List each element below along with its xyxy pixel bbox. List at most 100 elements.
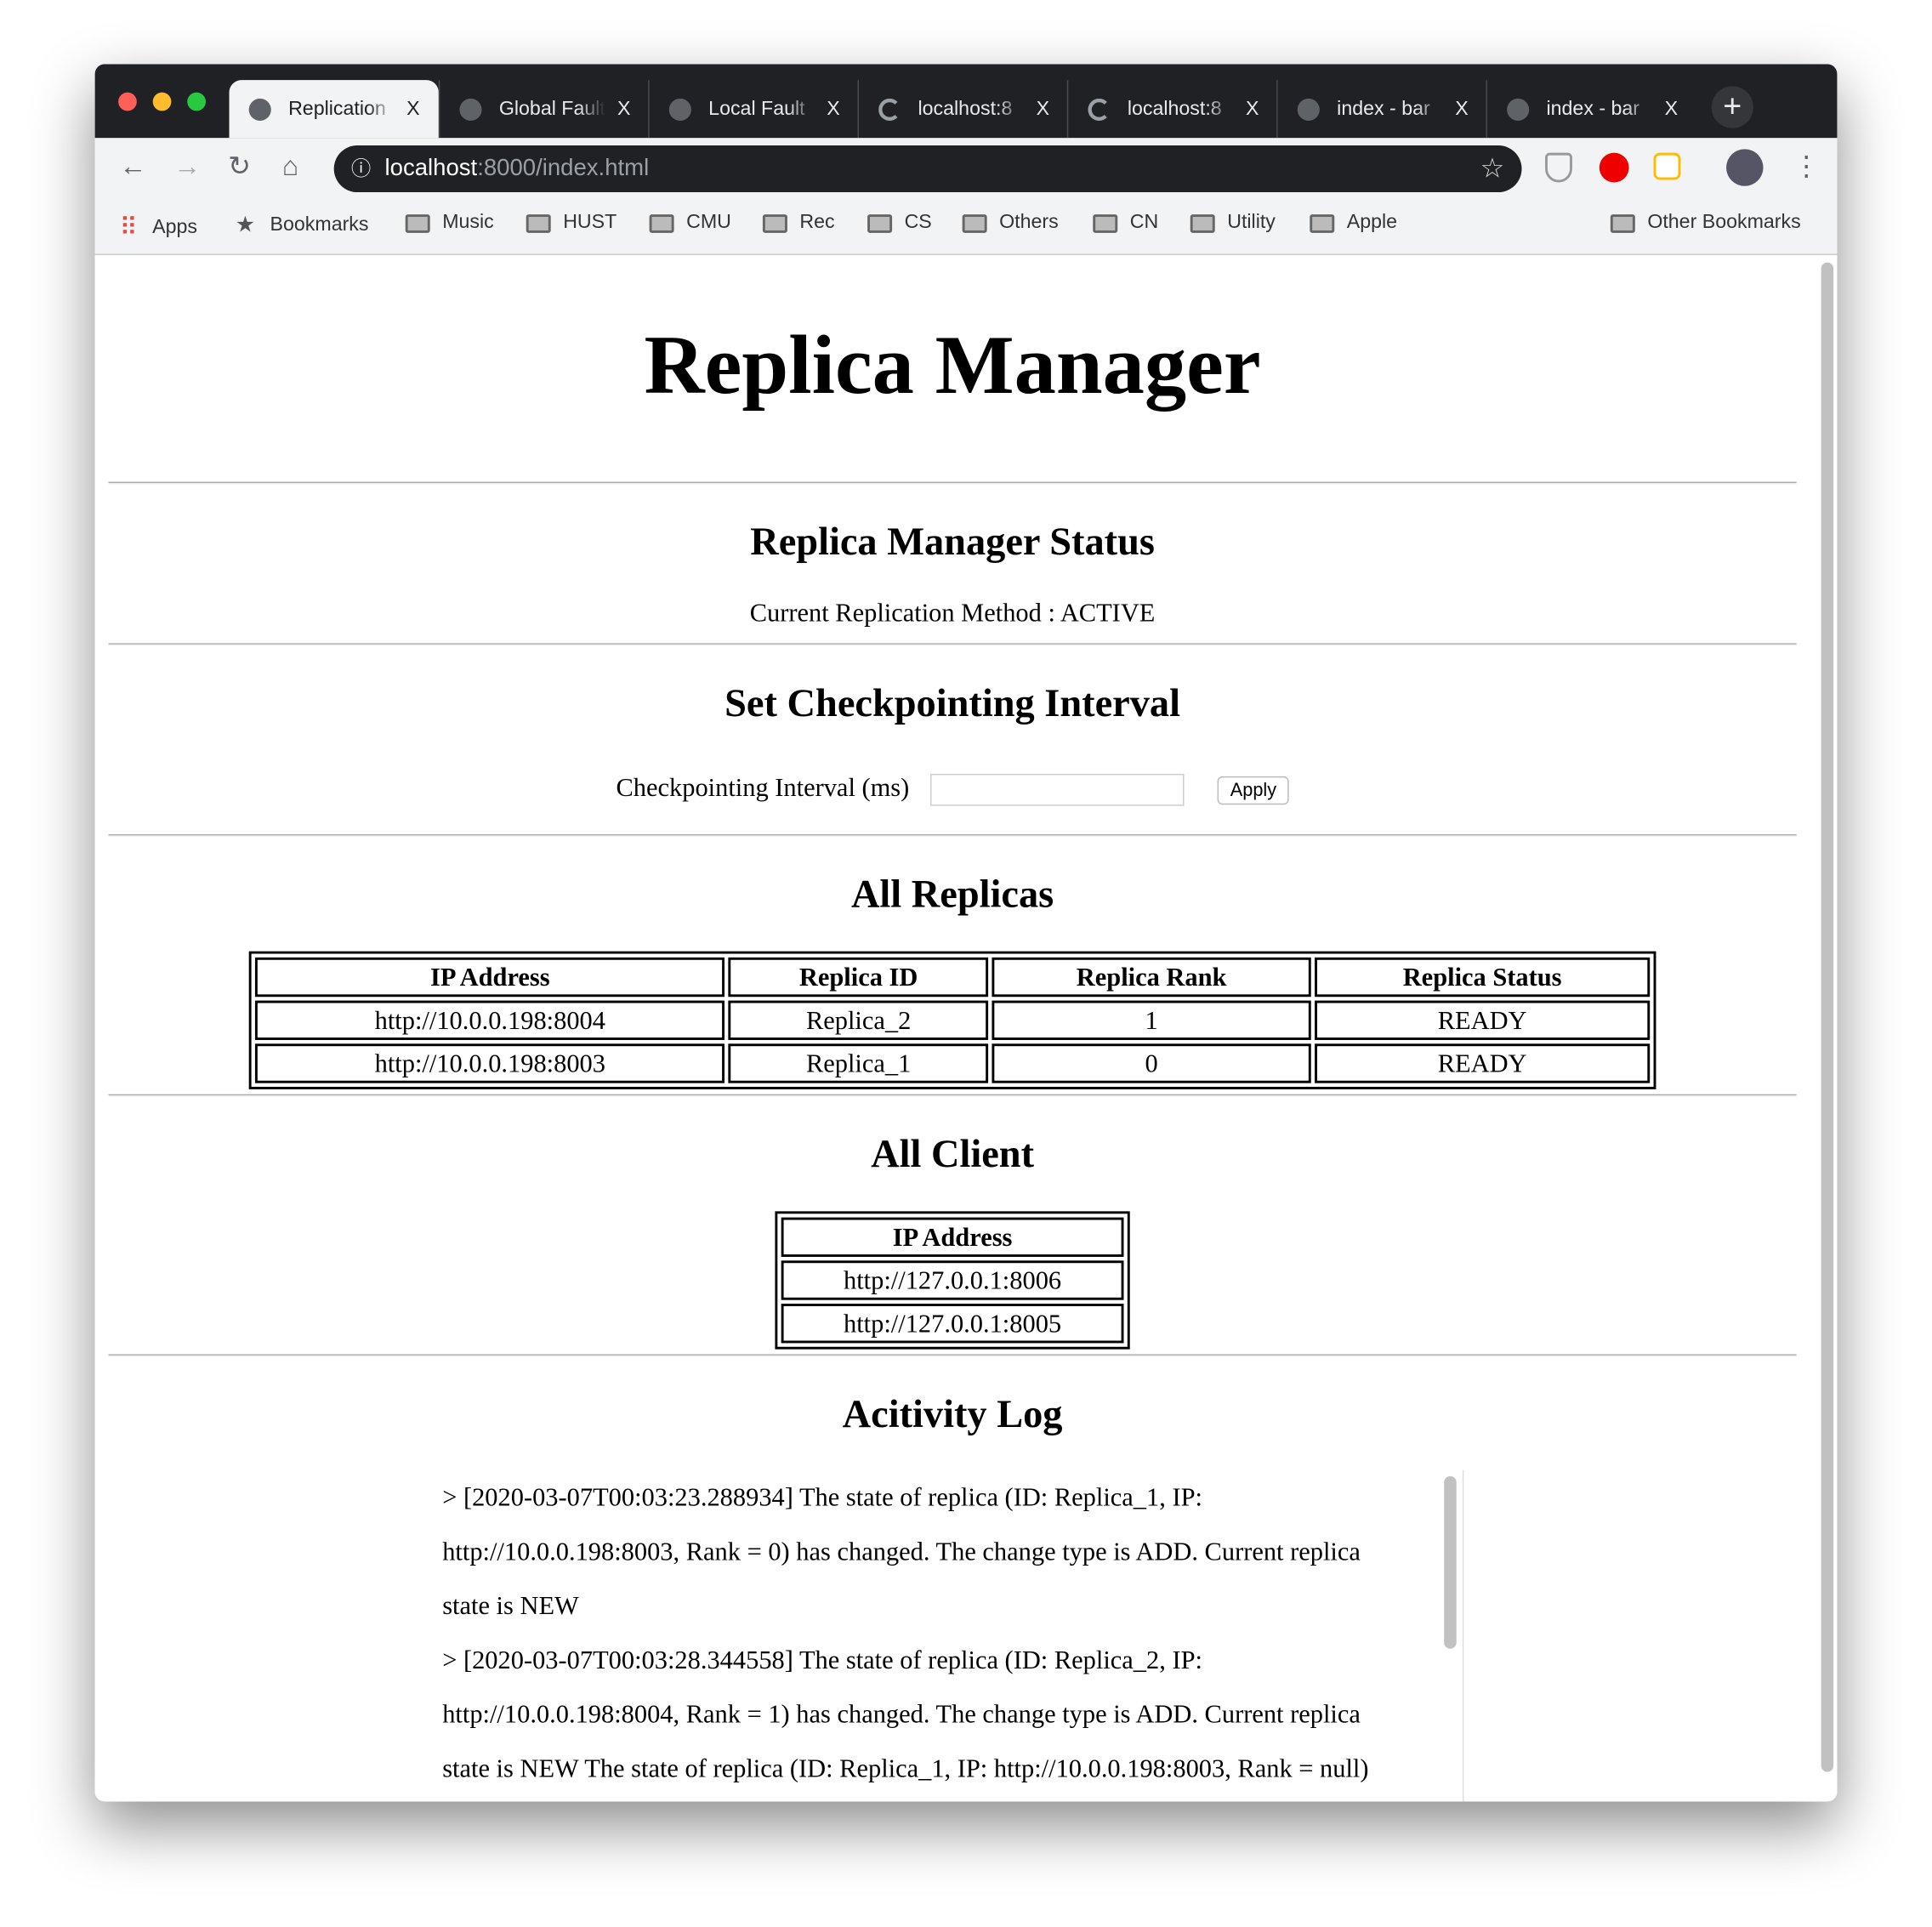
bookmark-rec[interactable]: Rec xyxy=(762,212,835,234)
tab-3[interactable]: localhost:8 X xyxy=(857,80,1067,139)
star-icon[interactable]: ☆ xyxy=(1480,145,1505,192)
url-host: localhost xyxy=(384,155,478,182)
clients-table: IP Address http://127.0.0.1:8006 http://12… xyxy=(775,1211,1130,1350)
table-cell: http://127.0.0.1:8005 xyxy=(781,1304,1124,1344)
folder-icon xyxy=(1610,213,1635,233)
status-heading: Replica Manager Status xyxy=(750,519,1155,564)
clients-heading: All Client xyxy=(871,1131,1035,1176)
table-cell: Replica_1 xyxy=(729,1043,989,1083)
bookmark-cn[interactable]: CN xyxy=(1093,212,1158,234)
minimize-window-button[interactable] xyxy=(152,92,172,111)
bookmark-apps[interactable]: ⠿ Apps xyxy=(120,212,197,242)
folder-icon xyxy=(1310,213,1335,233)
maximize-window-button[interactable] xyxy=(187,92,206,111)
activity-log[interactable]: > [2020-03-07T00:03:23.288934] The state… xyxy=(442,1469,1464,1802)
close-tab-icon[interactable]: X xyxy=(1246,98,1259,120)
tab-title: localhost:8 xyxy=(1127,98,1222,119)
back-icon[interactable]: ← xyxy=(120,151,147,183)
bookmark-label: CN xyxy=(1129,212,1159,233)
globe-icon xyxy=(248,98,271,121)
bookmark-bookmarks[interactable]: ★ Bookmarks xyxy=(236,212,369,237)
url-path: :8000/index.html xyxy=(477,155,650,182)
divider xyxy=(108,481,1797,485)
close-tab-icon[interactable]: X xyxy=(1455,98,1468,120)
globe-icon xyxy=(1507,98,1530,121)
bookmark-label: Bookmarks xyxy=(270,213,369,236)
new-tab-button[interactable]: + xyxy=(1711,86,1753,128)
bookmark-cs[interactable]: CS xyxy=(867,212,932,234)
table-cell: 0 xyxy=(992,1043,1311,1083)
apply-button[interactable]: Apply xyxy=(1218,776,1289,804)
tab-4[interactable]: localhost:8 X xyxy=(1066,80,1276,139)
close-tab-icon[interactable]: X xyxy=(1665,98,1678,120)
close-window-button[interactable] xyxy=(118,92,137,111)
close-tab-icon[interactable]: X xyxy=(1037,98,1049,120)
folder-icon xyxy=(1190,213,1215,233)
folder-icon xyxy=(962,213,987,233)
bookmark-label: Music xyxy=(442,212,494,233)
tab-title: index - bar xyxy=(1337,98,1430,119)
globe-icon xyxy=(668,98,691,121)
bookmark-label: Apps xyxy=(152,216,198,237)
bookmark-label: HUST xyxy=(563,212,617,233)
log-scrollbar[interactable] xyxy=(1444,1475,1457,1649)
tab-bar: Replication X Global Fault X Local Fault Xloc… xyxy=(94,64,1838,139)
column-header: IP Address xyxy=(254,957,725,998)
page-content: Replica Manager Replica Manager Status C… xyxy=(94,254,1838,1802)
close-tab-icon[interactable]: X xyxy=(827,98,839,120)
bookmarks-bar: Other Bookmarks ⠿ Apps ★ Bookmarks Music HUST… xyxy=(94,196,1838,255)
divider xyxy=(108,833,1797,837)
column-header: Replica Status xyxy=(1315,957,1651,998)
table-row: http://10.0.0.198:8004 Replica_2 1 READY xyxy=(254,1000,1651,1040)
table-row: http://127.0.0.1:8005 xyxy=(781,1304,1124,1344)
toolbar: ← → ↻ ⌂ ⓘ localhost:8000/index.html ☆ ⋮ xyxy=(94,138,1838,197)
tab-2[interactable]: Local Fault X xyxy=(648,80,857,139)
shield-extension-icon[interactable] xyxy=(1545,152,1572,183)
bookmark-music[interactable]: Music xyxy=(405,212,494,234)
bookmark-hust[interactable]: HUST xyxy=(526,212,617,234)
bookmark-utility[interactable]: Utility xyxy=(1190,212,1276,234)
other-bookmarks[interactable]: Other Bookmarks xyxy=(1610,212,1801,234)
folder-icon xyxy=(867,213,893,233)
bookmark-label: Utility xyxy=(1227,212,1276,233)
adblock-extension-icon[interactable] xyxy=(1599,152,1629,183)
home-icon[interactable]: ⌂ xyxy=(282,151,298,183)
close-tab-icon[interactable]: X xyxy=(406,98,419,120)
loading-icon xyxy=(1088,98,1111,121)
hashtag-extension-icon[interactable] xyxy=(1653,152,1681,180)
close-tab-icon[interactable]: X xyxy=(617,98,630,120)
tab-6[interactable]: index - bar X xyxy=(1486,80,1695,139)
address-bar[interactable]: ⓘ localhost:8000/index.html ☆ xyxy=(333,145,1522,193)
divider xyxy=(108,643,1797,646)
divider xyxy=(108,1094,1797,1097)
info-icon[interactable]: ⓘ xyxy=(351,159,371,180)
bookmark-label: Others xyxy=(999,212,1059,233)
tab-5[interactable]: index - bar X xyxy=(1276,80,1486,139)
page-scrollbar[interactable] xyxy=(1821,262,1834,1772)
menu-icon[interactable]: ⋮ xyxy=(1793,151,1820,183)
star-icon: ★ xyxy=(235,212,256,237)
folder-icon xyxy=(526,213,551,233)
folder-icon xyxy=(405,213,430,233)
tab-0[interactable]: Replication X xyxy=(229,80,439,139)
bookmark-label: CMU xyxy=(686,212,731,233)
divider xyxy=(108,1354,1797,1357)
checkpoint-interval-input[interactable] xyxy=(930,774,1185,806)
table-cell: http://10.0.0.198:8003 xyxy=(254,1043,725,1083)
checkpoint-interval-label: Checkpointing Interval (ms) xyxy=(616,772,910,803)
replication-method-text: Current Replication Method : ACTIVE xyxy=(749,597,1156,628)
bookmark-others[interactable]: Others xyxy=(962,212,1059,234)
bookmark-cmu[interactable]: CMU xyxy=(649,212,731,234)
tab-1[interactable]: Global Fault X xyxy=(438,80,648,139)
avatar[interactable] xyxy=(1726,149,1764,186)
log-entry: > [2020-03-07T00:03:23.288934] The state… xyxy=(442,1482,1361,1621)
table-cell: READY xyxy=(1315,1043,1651,1083)
folder-icon xyxy=(762,213,787,233)
bookmark-apple[interactable]: Apple xyxy=(1310,212,1397,234)
table-cell: 1 xyxy=(992,1000,1311,1040)
forward-icon[interactable]: → xyxy=(173,151,201,183)
reload-icon[interactable]: ↻ xyxy=(228,151,251,183)
tab-title: Local Fault xyxy=(708,98,805,119)
globe-icon xyxy=(1297,98,1320,121)
browser-window: Replication X Global Fault X Local Fault Xloc… xyxy=(94,64,1838,1802)
